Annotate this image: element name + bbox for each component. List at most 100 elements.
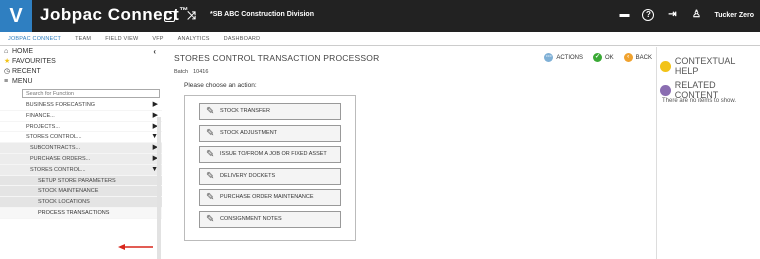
- main-content: STORES CONTROL TRANSACTION PROCESSOR Bat…: [170, 47, 652, 259]
- menu-item-label: FINANCE...: [26, 112, 55, 119]
- actions-icon: ⋯: [544, 53, 554, 62]
- menu-item-label: PROJECTS...: [26, 123, 60, 130]
- sidebar-scrollbar[interactable]: [157, 117, 161, 259]
- action-button[interactable]: ✎ DELIVERY DOCKETS: [199, 167, 341, 185]
- menu-item[interactable]: PROJECTS... ▶: [0, 121, 162, 133]
- sidebar-menu-label: MENU: [12, 78, 33, 85]
- action-button-label: CONSIGNMENT NOTES: [220, 215, 282, 222]
- calendar-icon[interactable]: [164, 11, 175, 22]
- user-icon[interactable]: ♙: [690, 9, 702, 21]
- tab-team[interactable]: TEAM: [75, 36, 91, 42]
- tab-analytics[interactable]: ANALYTICS: [178, 36, 210, 42]
- related-content-header[interactable]: RELATED CONTENT: [660, 80, 760, 100]
- home-icon: ⌂: [4, 48, 9, 55]
- related-content-icon: [660, 84, 671, 96]
- action-button-label: ISSUE TO/FROM A JOB OR FIXED ASSET: [220, 151, 327, 157]
- sidebar-favourites[interactable]: ★ FAVOURITES: [0, 57, 162, 67]
- menu-item[interactable]: STORES CONTROL... ▼: [0, 164, 162, 176]
- action-button-label: STOCK TRANSFER: [220, 108, 270, 114]
- logo[interactable]: V: [0, 0, 32, 32]
- expand-arrow-icon[interactable]: ▶: [153, 100, 158, 111]
- contextual-help-header[interactable]: CONTEXTUAL HELP: [660, 56, 760, 76]
- sidebar-recent-label: RECENT: [12, 68, 41, 75]
- actions-button[interactable]: ⋯ ACTIONS: [544, 53, 583, 62]
- chat-icon[interactable]: ▬: [618, 9, 630, 21]
- ok-button[interactable]: ✓ OK: [592, 53, 614, 62]
- menu-item[interactable]: STOCK LOCATIONS: [0, 197, 162, 208]
- pencil-icon: ✎: [206, 192, 215, 203]
- pencil-icon: ✎: [206, 213, 215, 225]
- ok-label: OK: [604, 54, 614, 61]
- nav-bar: JOBPAC CONNECT TEAM FIELD VIEW VFP ANALY…: [0, 32, 760, 46]
- menu-item[interactable]: SUBCONTRACTS... ▶: [0, 143, 162, 154]
- batch-value: 10416: [193, 69, 209, 75]
- batch-label: Batch: [174, 69, 189, 75]
- division-label[interactable]: *SB ABC Construction Division: [210, 11, 314, 18]
- tab-vfp[interactable]: VFP: [152, 36, 163, 42]
- menu-item[interactable]: SETUP STORE PARAMETERS: [0, 175, 162, 187]
- sidebar-favourites-label: FAVOURITES: [12, 58, 56, 65]
- menu-item[interactable]: PROCESS TRANSACTIONS: [0, 207, 162, 219]
- menu-item[interactable]: PURCHASE ORDERS... ▶: [0, 153, 162, 165]
- action-button[interactable]: ✎ STOCK ADJUSTMENT: [199, 124, 341, 142]
- action-button[interactable]: ✎ STOCK TRANSFER: [199, 103, 341, 120]
- contextual-help-label: CONTEXTUAL HELP: [674, 56, 736, 76]
- clock-icon: ◷: [4, 68, 11, 75]
- pencil-icon: ✎: [206, 170, 215, 182]
- back-label: BACK: [635, 54, 652, 61]
- action-button[interactable]: ✎ ISSUE TO/FROM A JOB OR FIXED ASSET: [199, 146, 341, 163]
- sidebar-menu[interactable]: ≡ MENU: [0, 77, 162, 87]
- tab-dashboard[interactable]: DASHBOARD: [224, 36, 261, 42]
- action-button-label: PURCHASE ORDER MAINTENANCE: [220, 194, 314, 200]
- header-right-tools: ▬ ? ⇥ ♙ Tucker Zero: [618, 9, 754, 21]
- tab-jobpac-connect[interactable]: JOBPAC CONNECT: [8, 36, 61, 42]
- help-bulb-icon: [660, 60, 671, 72]
- tab-field-view[interactable]: FIELD VIEW: [105, 36, 138, 42]
- action-prompt: Please choose an action:: [184, 82, 257, 89]
- logout-icon[interactable]: ⇥: [666, 9, 678, 21]
- pencil-icon: ✎: [206, 149, 215, 160]
- action-panel: ✎ STOCK TRANSFER ✎ STOCK ADJUSTMENT ✎ ISSUE T…: [184, 95, 356, 241]
- sidebar-home[interactable]: ⌂ HOME ‹: [0, 47, 162, 57]
- related-content-label: RELATED CONTENT: [674, 80, 719, 100]
- check-icon: ✓: [592, 53, 602, 62]
- shuffle-icon[interactable]: ⤨: [187, 10, 196, 23]
- help-icon[interactable]: ?: [642, 9, 655, 21]
- menu-item-label: PROCESS TRANSACTIONS: [38, 209, 110, 216]
- function-search-input[interactable]: [22, 89, 160, 98]
- sidebar-recent[interactable]: ◷ RECENT: [0, 67, 162, 77]
- actions-label: ACTIONS: [556, 54, 583, 61]
- menu-item[interactable]: STOCK MAINTENANCE: [0, 186, 162, 198]
- sidebar-home-label: HOME: [12, 48, 33, 55]
- menu-tree: BUSINESS FORECASTING ▶ FINANCE... ▶ PROJECTS…: [0, 100, 162, 219]
- action-button[interactable]: ✎ PURCHASE ORDER MAINTENANCE: [199, 189, 341, 206]
- toolbar-icons: ⤨: [164, 10, 196, 23]
- back-button[interactable]: ‹ BACK: [623, 53, 652, 62]
- menu-item-label: SETUP STORE PARAMETERS: [38, 177, 116, 184]
- star-icon: ★: [4, 58, 11, 65]
- related-content-empty: There are no items to show.: [662, 98, 737, 104]
- right-panel: CONTEXTUAL HELP RELATED CONTENT There ar…: [656, 47, 760, 259]
- logo-letter: V: [9, 5, 23, 27]
- action-button-label: STOCK ADJUSTMENT: [220, 129, 278, 136]
- menu-item-label: PURCHASE ORDERS...: [30, 155, 91, 162]
- menu-item-label: BUSINESS FORECASTING: [26, 102, 96, 108]
- menu-item[interactable]: FINANCE... ▶: [0, 110, 162, 122]
- menu-item-label: STOCK LOCATIONS: [38, 199, 90, 206]
- action-button[interactable]: ✎ CONSIGNMENT NOTES: [199, 210, 341, 228]
- top-bar: V Jobpac Connect™ ⤨ *SB ABC Construction…: [0, 0, 760, 32]
- pencil-icon: ✎: [206, 127, 215, 139]
- collapse-sidebar-icon[interactable]: ‹: [153, 47, 156, 57]
- action-button-label: DELIVERY DOCKETS: [220, 172, 276, 179]
- menu-item-label: STOCK MAINTENANCE: [38, 188, 99, 195]
- menu-item[interactable]: STORES CONTROL... ▼: [0, 132, 162, 144]
- menu-item-label: STORES CONTROL...: [30, 166, 86, 173]
- user-name[interactable]: Tucker Zero: [714, 12, 754, 19]
- menu-item-label: SUBCONTRACTS...: [30, 145, 81, 152]
- sidebar: ⌂HOME ‹ ★FAVOURITES ◷RECENT ≡MENU BUSINES…: [0, 47, 162, 259]
- menu-item[interactable]: BUSINESS FORECASTING ▶: [0, 100, 162, 111]
- actions-bar: ⋯ ACTIONS ✓ OK ‹ BACK: [544, 53, 652, 62]
- menu-item-label: STORES CONTROL...: [26, 134, 82, 141]
- app-title-text: Jobpac Connect: [40, 5, 180, 24]
- pencil-icon: ✎: [206, 106, 215, 117]
